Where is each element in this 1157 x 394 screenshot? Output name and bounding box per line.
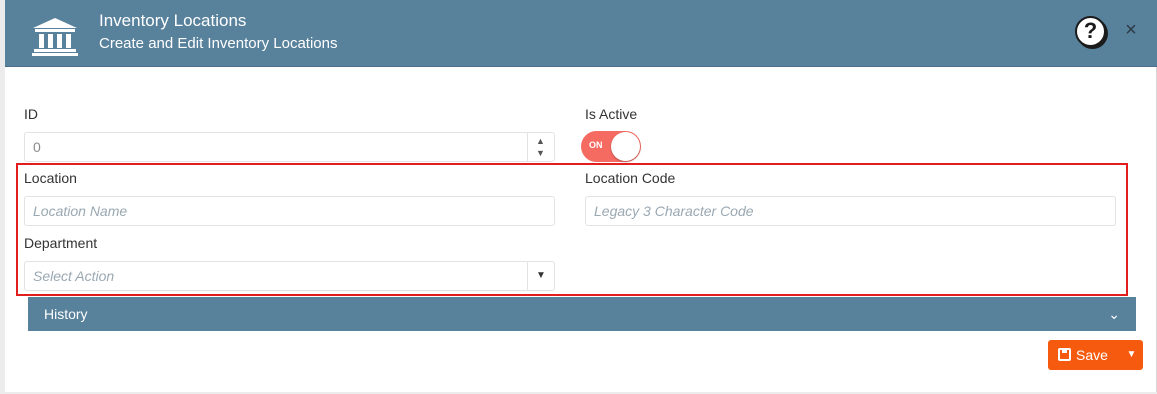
dialog-title: Inventory Locations xyxy=(99,11,247,30)
floppy-disk-icon xyxy=(1058,348,1071,361)
toggle-on-text: ON xyxy=(589,140,603,150)
history-label: History xyxy=(44,306,88,322)
spinner-down-icon[interactable]: ▼ xyxy=(536,148,545,158)
location-code-label: Location Code xyxy=(585,170,676,186)
location-label: Location xyxy=(24,170,77,186)
building-columns-icon xyxy=(32,18,78,56)
is-active-label: Is Active xyxy=(585,106,638,122)
id-input[interactable]: 0 ▲ ▼ xyxy=(24,132,555,162)
location-name-input[interactable]: Location Name xyxy=(24,196,555,226)
save-split-button: Save ▼ xyxy=(1048,340,1143,370)
department-select[interactable]: Select Action ▼ xyxy=(24,261,555,291)
help-button[interactable]: ? xyxy=(1075,16,1106,47)
toggle-knob xyxy=(611,132,640,161)
id-label: ID xyxy=(24,106,38,122)
dialog-header: Inventory Locations Create and Edit Inve… xyxy=(5,0,1157,67)
is-active-toggle[interactable]: ON xyxy=(581,131,641,162)
inventory-locations-dialog: Inventory Locations Create and Edit Inve… xyxy=(5,0,1157,392)
id-spinner[interactable]: ▲ ▼ xyxy=(527,133,554,161)
location-code-input[interactable]: Legacy 3 Character Code xyxy=(585,196,1116,226)
dialog-subtitle: Create and Edit Inventory Locations xyxy=(99,35,338,52)
save-button[interactable]: Save xyxy=(1048,340,1120,370)
id-value: 0 xyxy=(33,139,41,155)
spinner-up-icon[interactable]: ▲ xyxy=(536,136,545,146)
save-dropdown-caret-icon[interactable]: ▼ xyxy=(1120,340,1143,370)
department-placeholder: Select Action xyxy=(33,268,115,284)
close-button[interactable]: × xyxy=(1123,19,1139,41)
department-label: Department xyxy=(24,235,98,251)
save-label: Save xyxy=(1076,347,1108,363)
caret-down-icon[interactable]: ▼ xyxy=(527,262,554,290)
chevron-down-icon[interactable]: ⌄ xyxy=(1108,306,1120,323)
history-panel-header[interactable]: History ⌄ xyxy=(28,297,1136,331)
